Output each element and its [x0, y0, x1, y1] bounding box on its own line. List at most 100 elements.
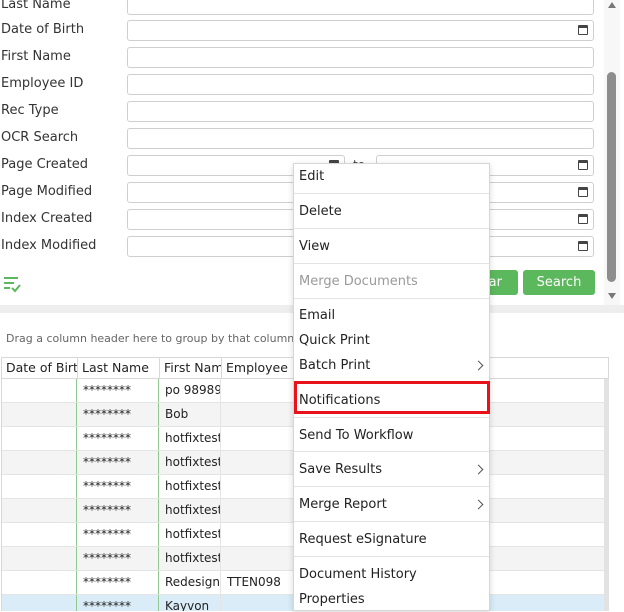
column-header-first-name[interactable]: First Name [160, 358, 222, 378]
table-cell-last: ******** [77, 427, 159, 450]
table-cell-first: hotfixtest1 [159, 451, 221, 474]
table-cell-dob [2, 451, 77, 474]
menu-separator [294, 298, 489, 299]
menu-item-label: Save Results [299, 462, 382, 477]
calendar-icon[interactable] [578, 187, 588, 197]
field-label: OCR Search [1, 130, 79, 145]
menu-item-delete[interactable]: Delete [294, 200, 489, 224]
table-cell-emp [221, 403, 301, 426]
menu-item-save-results[interactable]: Save Results [294, 458, 489, 482]
table-cell-emp [221, 427, 301, 450]
field-label: Date of Birth [1, 22, 85, 37]
menu-item-label: Quick Print [299, 333, 370, 348]
menu-item-edit[interactable]: Edit [294, 165, 489, 189]
menu-item-label: Delete [299, 204, 342, 219]
menu-separator [294, 263, 489, 264]
menu-item-properties[interactable]: Properties [294, 588, 489, 612]
table-cell-dob [2, 475, 77, 498]
table-cell-emp [221, 595, 301, 611]
field-label: Page Modified [1, 184, 93, 199]
menu-item-batch-print[interactable]: Batch Print [294, 354, 489, 378]
search-button[interactable]: Search [523, 270, 595, 295]
table-cell-first: Kayvon [159, 595, 221, 611]
menu-item-request-esignature[interactable]: Request eSignature [294, 528, 489, 552]
rec-type-input[interactable] [127, 101, 594, 122]
menu-item-view[interactable]: View [294, 235, 489, 259]
group-by-hint[interactable]: Drag a column header here to group by th… [6, 332, 294, 345]
table-cell-last: ******** [77, 499, 159, 522]
menu-item-document-history[interactable]: Document History [294, 563, 489, 587]
menu-item-label: Batch Print [299, 358, 371, 373]
table-cell-last: ******** [77, 451, 159, 474]
menu-item-quick-print[interactable]: Quick Print [294, 329, 489, 353]
menu-item-send-to-workflow[interactable]: Send To Workflow [294, 424, 489, 448]
table-cell-dob [2, 403, 77, 426]
last-name-input[interactable] [127, 0, 594, 15]
employee-id-input[interactable] [127, 74, 594, 95]
menu-separator [294, 193, 489, 194]
field-rec-type: Rec Type [0, 100, 604, 122]
menu-item-merge-report[interactable]: Merge Report [294, 493, 489, 517]
field-employee-id: Employee ID [0, 73, 604, 95]
column-header-date-of-birth[interactable]: Date of Birth [2, 358, 78, 378]
column-header-employee-id[interactable]: Employee ID [222, 358, 302, 378]
field-label: Page Created [1, 157, 89, 172]
menu-item-label: Request eSignature [299, 532, 427, 547]
scroll-down-icon[interactable] [608, 293, 616, 299]
menu-item-label: Properties [299, 592, 365, 607]
field-ocr-search: OCR Search [0, 127, 604, 149]
menu-separator [294, 486, 489, 487]
calendar-icon[interactable] [578, 241, 588, 251]
table-cell-first: hotfixtest1 [159, 475, 221, 498]
table-cell-emp [221, 523, 301, 546]
menu-separator [294, 417, 489, 418]
menu-item-label: Merge Report [299, 497, 387, 512]
menu-separator [294, 521, 489, 522]
menu-item-email[interactable]: Email [294, 304, 489, 328]
scrollbar-thumb[interactable] [607, 72, 616, 282]
menu-item-label: Edit [299, 169, 325, 184]
table-cell-last: ******** [77, 403, 159, 426]
table-cell-first: hotfixtest1 [159, 427, 221, 450]
ocr-search-input[interactable] [127, 128, 594, 149]
date-of-birth-input[interactable] [127, 20, 594, 41]
table-cell-emp [221, 547, 301, 570]
chevron-right-icon [473, 464, 484, 475]
table-cell-first: Redesign [159, 571, 221, 594]
table-cell-first: Bob [159, 403, 221, 426]
table-cell-first: hotfixtest1 [159, 547, 221, 570]
menu-item-label: Document History [299, 567, 417, 582]
menu-separator [294, 556, 489, 557]
grid-scrollbar[interactable] [604, 379, 609, 611]
calendar-icon[interactable] [578, 214, 588, 224]
table-cell-last: ******** [77, 379, 159, 402]
table-cell-dob [2, 547, 77, 570]
table-cell-first: po 989895 [159, 379, 221, 402]
field-label: Employee ID [1, 76, 84, 91]
table-cell-dob [2, 499, 77, 522]
table-cell-emp [221, 451, 301, 474]
table-cell-last: ******** [77, 475, 159, 498]
field-label: First Name [1, 49, 71, 64]
calendar-icon[interactable] [578, 160, 588, 170]
menu-item-label: Merge Documents [299, 274, 418, 289]
table-cell-emp [221, 379, 301, 402]
first-name-input[interactable] [127, 47, 594, 68]
table-cell-last: ******** [77, 571, 159, 594]
calendar-icon[interactable] [578, 25, 588, 35]
clear-filters-icon[interactable] [3, 275, 21, 293]
menu-item-label: Email [299, 308, 336, 323]
table-cell-dob [2, 595, 77, 611]
table-cell-first: hotfixtest1 [159, 499, 221, 522]
form-scrollbar[interactable] [604, 0, 620, 305]
field-last-name: Last Name [0, 0, 604, 16]
table-cell-first: hotfixtest1 [159, 523, 221, 546]
menu-separator [294, 451, 489, 452]
field-date-of-birth: Date of Birth [0, 19, 604, 41]
column-header-last-name[interactable]: Last Name [78, 358, 160, 378]
highlight-box [294, 381, 490, 414]
table-cell-dob [2, 379, 77, 402]
field-label: Last Name [1, 0, 71, 12]
chevron-right-icon [473, 360, 484, 371]
scroll-up-icon[interactable] [608, 2, 616, 8]
